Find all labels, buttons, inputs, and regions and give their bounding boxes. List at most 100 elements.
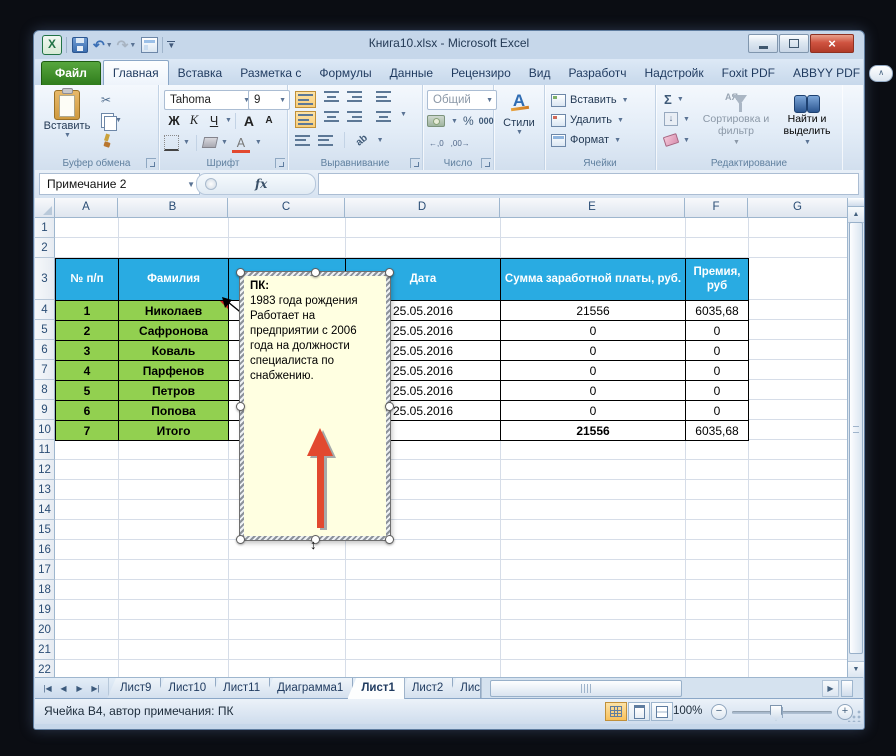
sheet-tab[interactable]: Лист11 xyxy=(210,678,270,699)
font-size-select[interactable]: 9 ▼ xyxy=(248,90,290,110)
grid-row[interactable]: 1 xyxy=(35,218,847,238)
cell[interactable]: Петров xyxy=(119,381,229,401)
red-arrow-shape[interactable] xyxy=(306,428,334,530)
grid-row[interactable]: 15 xyxy=(35,520,847,540)
grow-font-button[interactable]: А xyxy=(239,112,259,129)
shrink-font-button[interactable]: А xyxy=(259,112,279,129)
fill-color-caret-icon[interactable]: ▼ xyxy=(221,139,228,146)
cell[interactable]: 0 xyxy=(501,381,686,401)
grid-row[interactable]: 22 xyxy=(35,660,847,677)
ribbon-tab[interactable]: Файл xyxy=(41,61,101,85)
cell[interactable]: Николаев xyxy=(119,301,229,321)
header-cell[interactable]: Сумма заработной платы, руб. xyxy=(501,259,686,301)
orientation-caret-icon[interactable]: ▼ xyxy=(377,137,384,144)
borders-icon[interactable] xyxy=(164,135,179,151)
ribbon-tab[interactable]: Рецензиро xyxy=(442,61,520,85)
borders-caret-icon[interactable]: ▼ xyxy=(183,139,190,146)
styles-button[interactable]: А Стили ▼ xyxy=(500,91,538,149)
row-header[interactable]: 1 xyxy=(35,218,55,238)
name-box[interactable]: Примечание 2 ▼ xyxy=(39,173,200,195)
ribbon-tab[interactable]: Разработч xyxy=(559,61,635,85)
clear-button[interactable]: ▼ xyxy=(664,132,690,148)
grid-row[interactable]: 12 xyxy=(35,460,847,480)
decrease-decimal-button[interactable]: ,00→ xyxy=(451,139,470,148)
sheet-nav-button[interactable]: ▶ xyxy=(72,684,87,693)
row-header[interactable]: 9 xyxy=(35,400,55,420)
resize-handle[interactable] xyxy=(236,402,245,411)
merge-caret-icon[interactable]: ▼ xyxy=(400,111,407,128)
formula-input[interactable] xyxy=(318,173,859,195)
page-break-view-button[interactable] xyxy=(651,702,673,721)
row-header[interactable]: 3 xyxy=(35,258,55,300)
cell[interactable]: Итого xyxy=(119,421,229,441)
dialog-launcher-icon[interactable] xyxy=(146,158,156,168)
grid-row[interactable]: 2 xyxy=(35,238,847,258)
insert-cells-button[interactable]: Вставить ▼ xyxy=(551,92,629,108)
paste-caret-icon[interactable]: ▼ xyxy=(64,132,71,139)
ribbon-tab[interactable]: Foxit PDF xyxy=(713,61,784,85)
increase-decimal-button[interactable]: ←,0 xyxy=(429,139,444,148)
row-header[interactable]: 6 xyxy=(35,340,55,360)
format-cells-button[interactable]: Формат ▼ xyxy=(551,132,621,148)
normal-view-button[interactable] xyxy=(605,702,627,721)
bold-button[interactable]: Ж xyxy=(164,112,184,129)
cell[interactable]: Коваль xyxy=(119,341,229,361)
italic-button[interactable]: К xyxy=(184,112,204,129)
align-center-icon[interactable] xyxy=(324,111,339,122)
number-format-select[interactable]: Общий ▼ xyxy=(427,90,497,110)
sheet-nav-button[interactable]: |◀ xyxy=(40,684,55,693)
resize-handle[interactable] xyxy=(385,535,394,544)
cell[interactable]: 1 xyxy=(56,301,119,321)
cell[interactable]: 0 xyxy=(501,361,686,381)
grid-row[interactable]: 14 xyxy=(35,500,847,520)
dialog-launcher-icon[interactable] xyxy=(275,158,285,168)
column-header[interactable]: B xyxy=(118,198,228,218)
collapse-ribbon-button[interactable]: ∧ xyxy=(869,65,893,82)
font-color-caret-icon[interactable]: ▼ xyxy=(255,139,262,146)
scroll-right-button[interactable]: ▶ xyxy=(822,680,839,697)
cell[interactable]: 0 xyxy=(686,361,749,381)
scroll-up-button[interactable]: ▲ xyxy=(848,207,864,223)
row-header[interactable]: 20 xyxy=(35,620,55,640)
cell[interactable]: 0 xyxy=(501,341,686,361)
row-header[interactable]: 16 xyxy=(35,540,55,560)
cell[interactable]: 0 xyxy=(501,401,686,421)
cell[interactable]: Сафронова xyxy=(119,321,229,341)
underline-button[interactable]: Ч xyxy=(204,112,224,129)
cell[interactable]: 7 xyxy=(56,421,119,441)
row-header[interactable]: 21 xyxy=(35,640,55,660)
dialog-launcher-icon[interactable] xyxy=(410,158,420,168)
cell[interactable]: 0 xyxy=(686,381,749,401)
cell[interactable]: 2 xyxy=(56,321,119,341)
sheet-nav-button[interactable]: ▶| xyxy=(88,684,103,693)
row-header[interactable]: 15 xyxy=(35,520,55,540)
row-header[interactable]: 22 xyxy=(35,660,55,677)
grid-row[interactable]: 11 xyxy=(35,440,847,460)
copy-button[interactable]: ▼ xyxy=(101,111,122,129)
cell[interactable]: 3 xyxy=(56,341,119,361)
row-header[interactable]: 12 xyxy=(35,460,55,480)
horizontal-scrollbar[interactable]: ▶ xyxy=(481,678,863,699)
ribbon-tab[interactable]: Надстройк xyxy=(636,61,713,85)
align-bottom-icon[interactable] xyxy=(347,91,362,102)
sheet-tab[interactable]: Диаграмма1 xyxy=(264,678,353,699)
ribbon-tab[interactable]: Формулы xyxy=(310,61,380,85)
resize-handle[interactable] xyxy=(385,402,394,411)
header-cell[interactable]: Премия, руб xyxy=(686,259,749,301)
grid-row[interactable]: 18 xyxy=(35,580,847,600)
paste-button[interactable]: Вставить ▼ xyxy=(43,90,91,139)
sort-filter-button[interactable]: АЯ Сортировка и фильтр ▼ xyxy=(698,93,774,149)
row-header[interactable]: 17 xyxy=(35,560,55,580)
cell[interactable]: 4 xyxy=(56,361,119,381)
comma-style-button[interactable]: 000 xyxy=(479,116,494,126)
sheet-tab[interactable]: Лист10 xyxy=(155,678,216,699)
sheet-tab[interactable]: Лист2 xyxy=(399,678,453,699)
row-header[interactable]: 10 xyxy=(35,420,55,440)
restore-button[interactable] xyxy=(779,34,809,53)
cell[interactable]: 21556 xyxy=(501,421,686,441)
increase-indent-icon[interactable] xyxy=(318,135,333,146)
ribbon-tab[interactable]: Вид xyxy=(520,61,560,85)
zoom-track[interactable] xyxy=(732,711,832,714)
decrease-indent-icon[interactable] xyxy=(295,135,310,146)
sheet-tab[interactable]: Лист9 xyxy=(107,678,161,699)
